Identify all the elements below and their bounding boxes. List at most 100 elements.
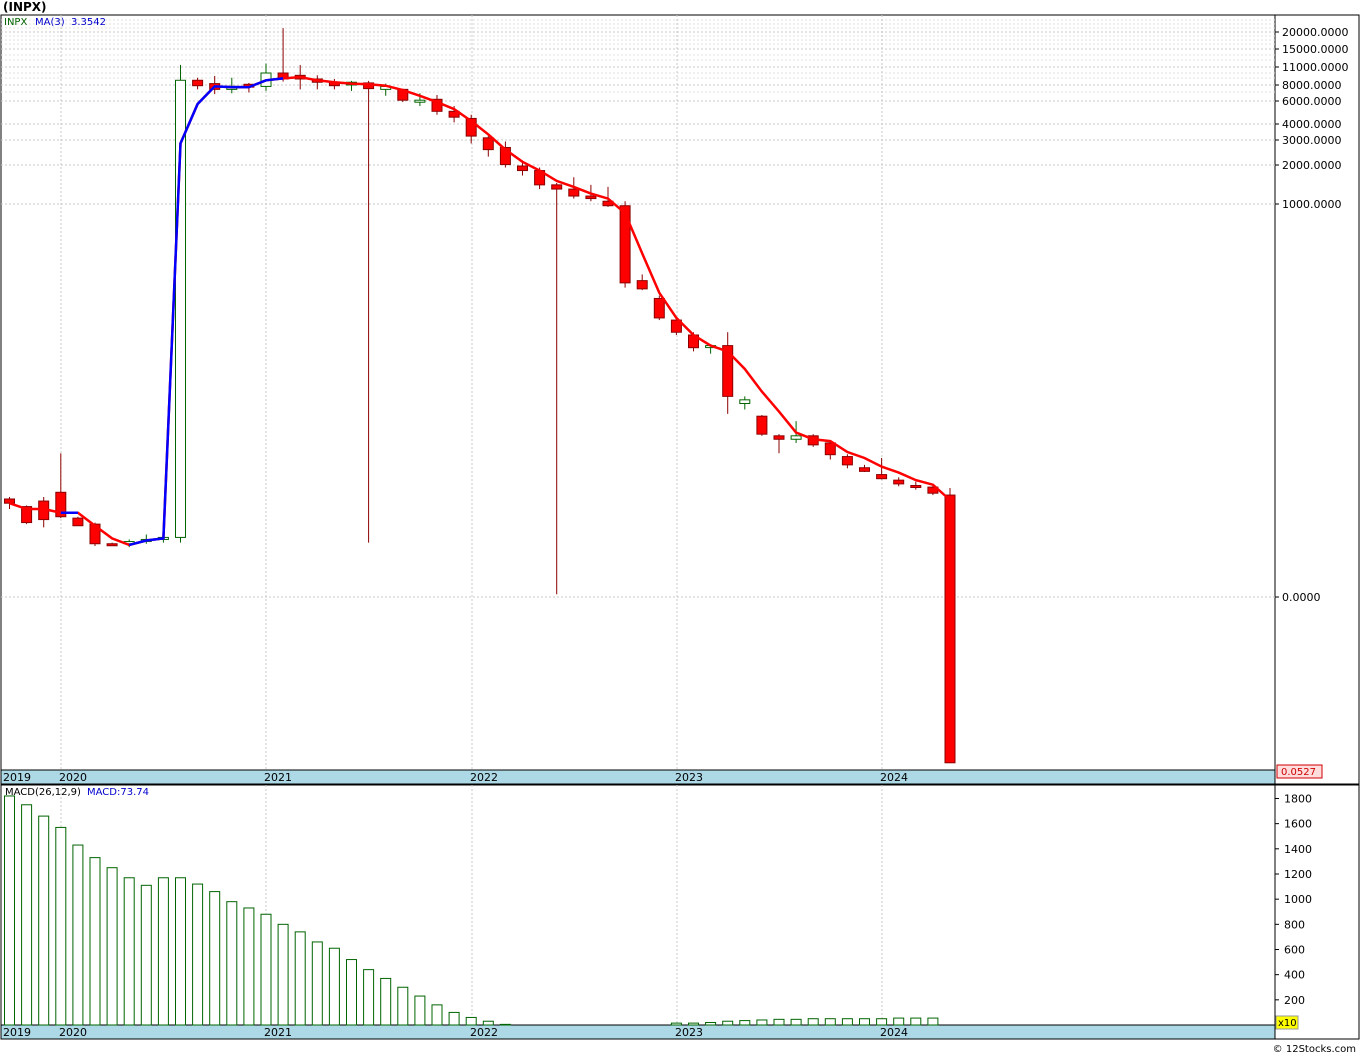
macd-bar: [841, 1018, 853, 1026]
down-candle: [756, 415, 768, 435]
macd-bar: [4, 795, 15, 1026]
down-candle: [482, 137, 494, 151]
macd-bar: [106, 867, 118, 1026]
macd-bar: [927, 1017, 939, 1026]
macd-tick-label: 1800: [1284, 792, 1312, 805]
up-candle: [414, 99, 426, 103]
macd-x-label: 2023: [675, 1026, 703, 1039]
macd-tick-label: 800: [1284, 918, 1305, 931]
down-candle: [841, 456, 853, 466]
macd-bar: [465, 1016, 477, 1026]
macd-x-label: 2020: [59, 1026, 87, 1039]
down-candle: [568, 188, 580, 197]
macd-bar: [226, 901, 238, 1026]
macd-bar: [499, 1023, 511, 1026]
macd-legend-value: MACD:73.74: [87, 787, 149, 798]
legend-symbol: INPX: [4, 17, 27, 28]
macd-bar: [859, 1018, 870, 1026]
macd-bar: [807, 1018, 819, 1026]
macd-bar: [739, 1020, 751, 1026]
multiplier-label: x10: [1278, 1018, 1297, 1029]
last-price-label: 0.0527: [1281, 767, 1316, 778]
macd-bar: [363, 969, 375, 1026]
price-tick-label: 15000.0000: [1282, 43, 1348, 56]
macd-bar: [277, 923, 289, 1026]
macd-bar: [876, 1018, 888, 1026]
site-footer: © 12Stocks.com: [1272, 1044, 1356, 1055]
macd-bar: [824, 1018, 836, 1026]
macd-bar: [140, 884, 152, 1026]
price-tick-label: 1000.0000: [1282, 198, 1342, 211]
down-candle: [517, 165, 528, 172]
price-tick-label: 4000.0000: [1282, 118, 1342, 131]
macd-tick-label: 400: [1284, 969, 1305, 982]
legend-ma-label: MA(3): [35, 17, 65, 28]
macd-x-label: 2019: [3, 1026, 31, 1039]
price-tick-label: 2000.0000: [1282, 159, 1342, 172]
macd-bar: [688, 1022, 699, 1026]
stock-chart: 20000.000015000.000011000.00008000.00006…: [0, 14, 1360, 1040]
macd-bar: [21, 804, 33, 1026]
down-candle: [551, 184, 563, 190]
macd-bar: [192, 883, 204, 1026]
macd-bar: [722, 1020, 734, 1026]
macd-tick-label: 1000: [1284, 893, 1312, 906]
down-candle: [653, 297, 665, 319]
price-x-label: 2021: [264, 771, 292, 784]
macd-bar: [209, 891, 221, 1026]
macd-bar: [346, 959, 357, 1026]
down-candle: [72, 517, 84, 527]
macd-x-label: 2024: [880, 1026, 908, 1039]
macd-bar: [89, 857, 101, 1026]
macd-bar: [414, 995, 426, 1026]
up-candle: [739, 399, 751, 404]
macd-tick-label: 200: [1284, 994, 1305, 1007]
macd-legend-label: MACD(26,12,9): [5, 787, 81, 798]
macd-bar: [397, 986, 409, 1026]
price-tick-label: 11000.0000: [1282, 61, 1348, 74]
macd-bar: [123, 877, 135, 1026]
macd-tick-label: 600: [1284, 943, 1305, 956]
down-candle: [893, 479, 905, 485]
macd-bar: [893, 1017, 905, 1026]
macd-bar: [311, 941, 323, 1026]
macd-bar: [773, 1018, 785, 1026]
macd-tick-label: 1400: [1284, 843, 1312, 856]
price-x-label: 2024: [880, 771, 908, 784]
macd-bar: [72, 844, 84, 1026]
macd-bar: [55, 826, 67, 1026]
macd-bar: [705, 1021, 717, 1026]
down-candle: [4, 498, 15, 504]
macd-bar: [448, 1011, 460, 1026]
macd-bar: [175, 877, 186, 1026]
down-candle: [106, 543, 118, 547]
down-candle: [585, 195, 597, 200]
macd-bar: [670, 1022, 682, 1026]
macd-bar: [482, 1020, 494, 1026]
macd-bar: [790, 1018, 802, 1026]
down-candle: [944, 494, 956, 764]
price-panel: [0, 14, 1276, 771]
down-candle: [859, 467, 870, 472]
macd-bar: [910, 1017, 922, 1026]
macd-bar: [328, 947, 340, 1026]
macd-bar: [380, 977, 392, 1026]
price-x-label: 2020: [59, 771, 87, 784]
price-tick-label: 8000.0000: [1282, 79, 1342, 92]
down-candle: [910, 484, 922, 488]
down-candle: [876, 474, 888, 480]
down-candle: [773, 435, 785, 440]
price-tick-label: 3000.0000: [1282, 134, 1342, 147]
legend-ma-value: 3.3542: [71, 17, 106, 28]
price-x-label: 2019: [3, 771, 31, 784]
macd-bar: [294, 931, 306, 1026]
macd-bar: [756, 1019, 768, 1026]
macd-x-label: 2022: [470, 1026, 498, 1039]
macd-x-label: 2021: [264, 1026, 292, 1039]
macd-bar: [38, 815, 50, 1026]
down-candle: [636, 280, 648, 290]
price-tick-label: 0.0000: [1282, 591, 1321, 604]
macd-tick-label: 1600: [1284, 818, 1312, 831]
macd-tick-label: 1200: [1284, 868, 1312, 881]
down-candle: [192, 79, 204, 87]
